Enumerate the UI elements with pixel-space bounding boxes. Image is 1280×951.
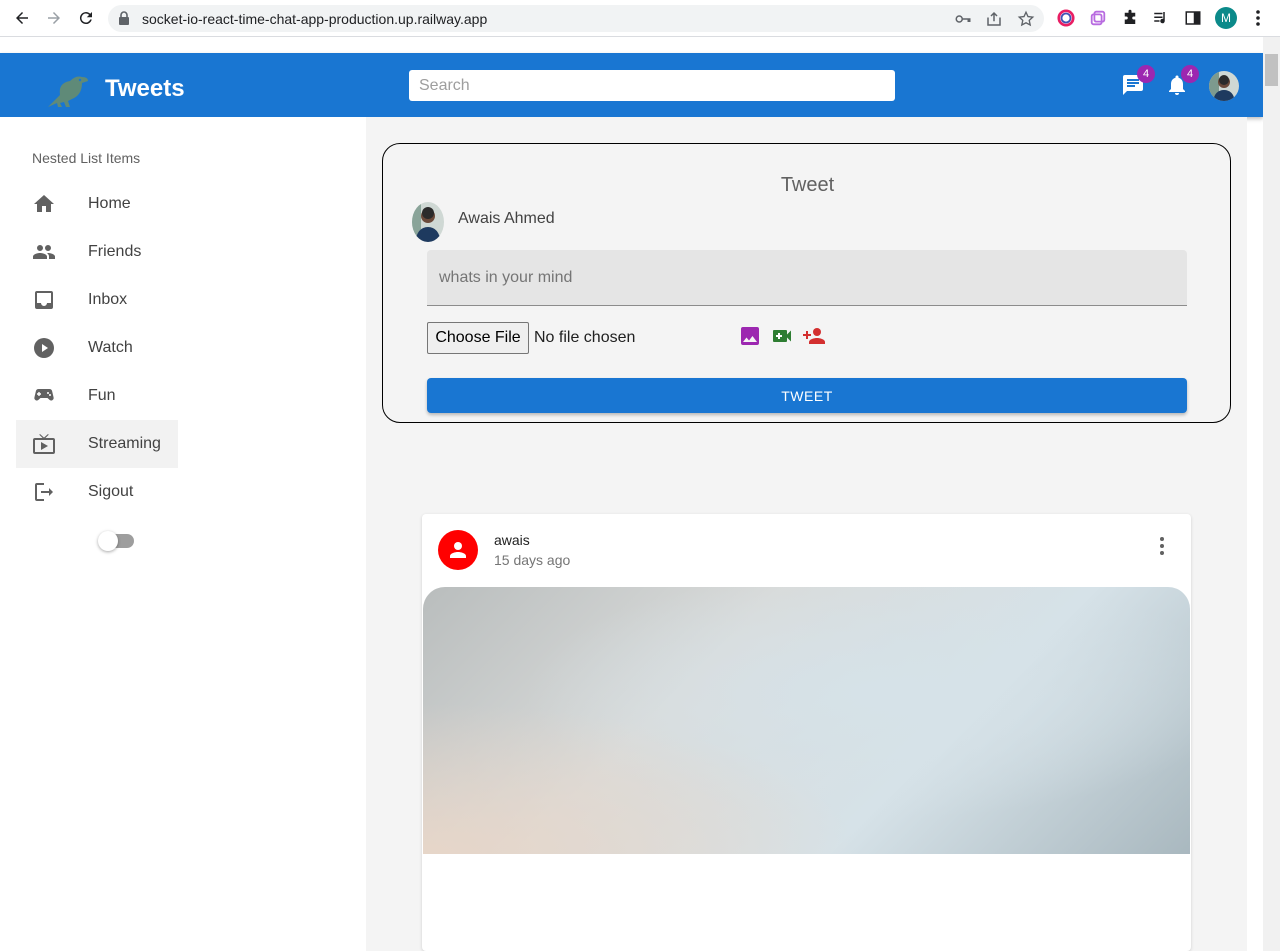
user-avatar[interactable] bbox=[1209, 71, 1239, 106]
sidebar-item-fun[interactable]: Fun bbox=[16, 372, 178, 420]
compose-avatar bbox=[412, 201, 444, 248]
compose-title: Tweet bbox=[780, 174, 835, 196]
side-panel-icon[interactable] bbox=[1183, 8, 1203, 28]
video-camera-icon[interactable] bbox=[770, 324, 794, 348]
lock-icon bbox=[118, 11, 130, 30]
sidebar-item-label: Home bbox=[88, 195, 131, 212]
post-card: awais 15 days ago bbox=[422, 514, 1191, 951]
url-text: socket-io-react-time-chat-app-production… bbox=[142, 11, 488, 27]
compose-user-name: Awais Ahmed bbox=[458, 210, 555, 227]
sidebar-item-inbox[interactable]: Inbox bbox=[16, 276, 178, 324]
post-image[interactable] bbox=[423, 587, 1190, 854]
search-input[interactable] bbox=[409, 70, 895, 101]
tv-icon bbox=[32, 432, 56, 456]
sidebar: Nested List Items Home Friends Inbox Wat… bbox=[0, 117, 366, 951]
main-feed: Tweet Awais Ahmed Choose File No file ch… bbox=[366, 117, 1247, 951]
sidebar-item-watch[interactable]: Watch bbox=[16, 324, 178, 372]
post-timestamp: 15 days ago bbox=[494, 552, 571, 568]
color-extension-icon[interactable] bbox=[1056, 8, 1076, 28]
photo-icon[interactable] bbox=[738, 324, 762, 348]
toggle-thumb[interactable] bbox=[98, 531, 118, 551]
app-title: Tweets bbox=[105, 75, 185, 102]
sidebar-item-friends[interactable]: Friends bbox=[16, 228, 178, 276]
sidebar-item-streaming[interactable]: Streaming bbox=[16, 420, 178, 468]
inbox-icon bbox=[32, 288, 56, 312]
address-bar[interactable]: socket-io-react-time-chat-app-production… bbox=[108, 5, 1044, 32]
bird-logo-icon bbox=[46, 73, 90, 114]
messages-icon[interactable]: 4 bbox=[1121, 65, 1155, 97]
gamepad-icon bbox=[32, 384, 56, 408]
sidebar-header: Nested List Items bbox=[32, 150, 141, 166]
choose-file-button[interactable]: Choose File bbox=[427, 322, 529, 354]
app-bar: Tweets 4 4 bbox=[0, 53, 1263, 117]
reload-icon[interactable] bbox=[74, 6, 98, 30]
extensions-puzzle-icon[interactable] bbox=[1120, 8, 1140, 28]
sidebar-item-label: Fun bbox=[88, 387, 116, 404]
post-avatar bbox=[438, 530, 478, 570]
sidebar-item-label: Inbox bbox=[88, 291, 128, 308]
sidebar-item-label: Friends bbox=[88, 243, 142, 260]
more-vert-icon[interactable] bbox=[1150, 534, 1174, 558]
page-scrollbar[interactable] bbox=[1263, 37, 1280, 951]
back-icon[interactable] bbox=[10, 6, 34, 30]
browser-menu-icon[interactable] bbox=[1248, 8, 1268, 28]
tab-extension-icon[interactable] bbox=[1088, 8, 1108, 28]
media-queue-icon[interactable] bbox=[1151, 8, 1171, 28]
sidebar-item-label: Sigout bbox=[88, 483, 134, 500]
home-icon bbox=[32, 192, 56, 216]
dark-mode-row bbox=[16, 519, 178, 567]
bookmark-star-icon[interactable] bbox=[1017, 10, 1035, 28]
notifications-bell-icon[interactable]: 4 bbox=[1165, 65, 1199, 97]
logout-icon bbox=[32, 480, 56, 504]
moon-icon bbox=[32, 531, 56, 555]
sidebar-item-label: Streaming bbox=[88, 435, 161, 452]
person-icon bbox=[450, 542, 466, 558]
messages-badge: 4 bbox=[1137, 65, 1155, 83]
browser-toolbar: socket-io-react-time-chat-app-production… bbox=[0, 0, 1280, 37]
notifications-badge: 4 bbox=[1181, 65, 1199, 83]
tag-person-icon[interactable] bbox=[802, 324, 826, 348]
tweet-text-input[interactable] bbox=[427, 250, 1187, 306]
browser-profile-avatar[interactable]: M bbox=[1215, 7, 1237, 29]
people-icon bbox=[32, 240, 56, 264]
sidebar-item-label: Watch bbox=[88, 339, 133, 356]
post-username[interactable]: awais bbox=[494, 532, 530, 548]
sidebar-item-sigout[interactable]: Sigout bbox=[16, 468, 178, 516]
scrollbar-thumb[interactable] bbox=[1265, 54, 1278, 86]
key-icon[interactable] bbox=[954, 10, 972, 28]
play-circle-icon bbox=[32, 336, 56, 360]
file-status: No file chosen bbox=[534, 329, 636, 346]
share-icon[interactable] bbox=[985, 10, 1003, 28]
tweet-submit-button[interactable]: TWEET bbox=[427, 378, 1187, 413]
forward-icon[interactable] bbox=[42, 6, 66, 30]
compose-card: Tweet Awais Ahmed Choose File No file ch… bbox=[382, 143, 1231, 423]
sidebar-item-home[interactable]: Home bbox=[16, 180, 178, 228]
